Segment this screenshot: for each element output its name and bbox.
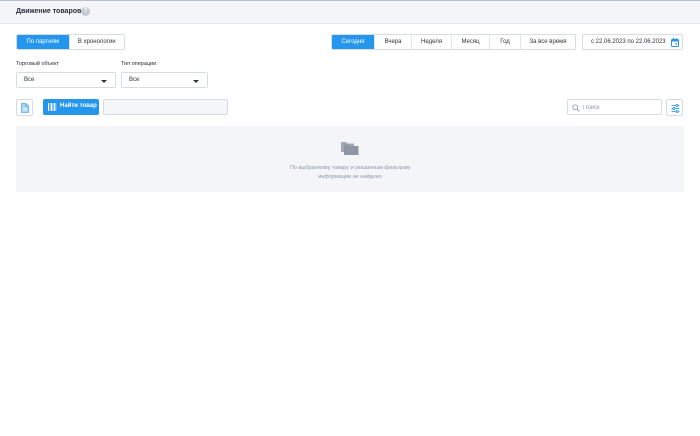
page-title: Движение товаров [16,8,82,15]
period-week-button[interactable]: Неделя [412,35,452,49]
calendar-icon [671,38,679,47]
search-box[interactable] [567,99,662,115]
trade-object-value: Все [24,77,35,83]
view-mode-chronology-button[interactable]: В хронологии [70,35,124,49]
page-header: Движение товаров ? [0,0,700,24]
operation-type-label: Тип операции [121,61,157,67]
export-document-button[interactable] [16,99,33,116]
find-product-button[interactable]: Найти товар [43,99,99,115]
period-all-time-button[interactable]: За все время [521,35,575,49]
document-icon [21,103,29,113]
date-range-picker[interactable]: с 22.06.2023 по 22.06.2023 [582,34,683,50]
find-product-label: Найти товар [60,103,97,109]
trade-object-select[interactable]: Все [16,72,116,88]
date-range-text: с 22.06.2023 по 22.06.2023 [591,39,666,45]
question-circle-icon[interactable]: ? [81,7,90,16]
view-mode-by-batches-button[interactable]: По партиям [17,35,70,49]
empty-state-message: информации не найдено [318,174,382,180]
view-mode-toggle: По партиям В хронологии [16,34,125,50]
barcode-icon [48,103,57,111]
empty-state-panel: По выбранному товару и указанным фильтра… [16,126,684,192]
search-icon [572,104,580,112]
operation-type-select[interactable]: Все [121,72,208,88]
period-year-button[interactable]: Год [490,35,521,49]
column-settings-button[interactable] [666,99,683,116]
period-yesterday-button[interactable]: Вчера [375,35,412,49]
period-selector: Сегодня Вчера Неделя Месяц Год За все вр… [331,34,576,50]
chevron-down-icon [101,80,107,83]
trade-object-label: Торговый объект [16,61,59,67]
empty-state-message: По выбранному товару и указанным фильтра… [289,165,411,171]
period-today-button[interactable]: Сегодня [332,35,375,49]
folders-icon [341,142,359,155]
search-input[interactable] [583,102,659,113]
operation-type-value: Все [129,77,140,83]
selected-product-field[interactable] [103,99,228,115]
period-month-button[interactable]: Месяц [452,35,490,49]
chevron-down-icon [193,80,199,83]
sliders-icon [671,104,680,113]
